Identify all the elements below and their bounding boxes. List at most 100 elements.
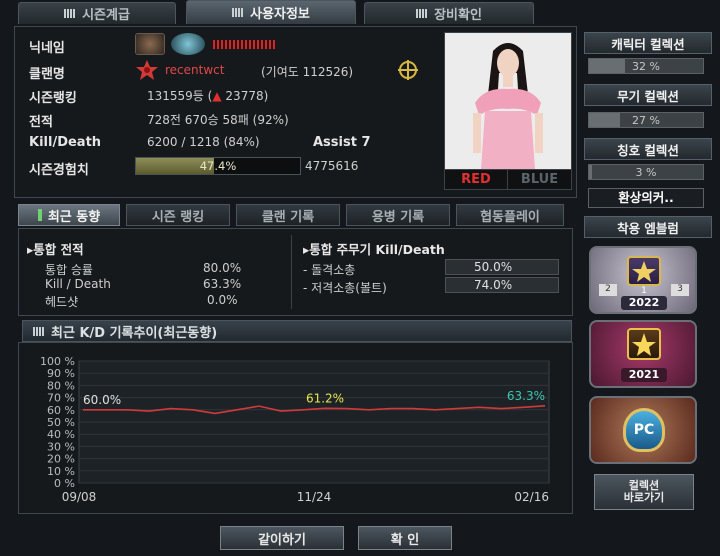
bar-fill (589, 59, 626, 73)
bar-value: 27 % (632, 113, 660, 127)
record-value: 728전 670승 58패 (92%) (147, 113, 289, 127)
y-tick-label: 70 % (47, 392, 75, 405)
bars-icon (416, 9, 429, 18)
podium-left: 2 (599, 284, 617, 296)
divider (291, 235, 292, 309)
y-tick-label: 90 % (47, 367, 75, 380)
y-tick-label: 40 % (47, 428, 75, 441)
crosshair-icon[interactable] (397, 59, 419, 81)
podium-right: 3 (671, 284, 689, 296)
tab-label: 최근 동향 (47, 209, 101, 225)
x-tick-label: 09/08 (62, 490, 97, 504)
tab-clan-record[interactable]: 클랜 기록 (236, 204, 340, 226)
exp-value: 4775616 (305, 159, 359, 173)
weapon-collection-bar: 27 % (588, 112, 704, 128)
tab-label: 사용자정보 (250, 7, 310, 22)
y-tick-label: 60 % (47, 404, 75, 417)
y-tick-label: 50 % (47, 416, 75, 429)
headshot-value: 0.0% (207, 293, 238, 307)
team-red-button[interactable]: RED (445, 169, 508, 189)
kd-stat-label: Kill / Death (45, 277, 111, 291)
tab-user-info[interactable]: 사용자정보 (186, 0, 356, 24)
bars-icon (232, 8, 245, 17)
assault-rifle-label: - 돌격소총 (303, 263, 356, 277)
kd-label: Kill/Death (29, 135, 102, 150)
emblem-year: 2021 (621, 368, 667, 382)
emblem-2021[interactable]: 2021 (589, 320, 697, 388)
win-rate-value: 80.0% (203, 261, 242, 275)
tab-equipment[interactable]: 장비확인 (364, 2, 534, 24)
tab-recent-trend[interactable]: 최근 동향 (18, 204, 120, 226)
data-label: 63.3% (507, 389, 545, 403)
sniper-rifle-value: 74.0% (445, 277, 559, 293)
nickname-label: 닉네임 (29, 41, 65, 56)
chart-title: 최근 K/D 기록추이(최근동향) (51, 325, 218, 341)
rank-badge-icon (135, 33, 165, 55)
collection-shortcut-button[interactable]: 컬렉션 바로가기 (594, 474, 694, 510)
bar-fill (589, 113, 620, 127)
title-collection-bar: 3 % (588, 164, 704, 180)
bar-value: 3 % (635, 165, 657, 179)
tab-label: 장비확인 (434, 8, 482, 23)
win-rate-label: 통합 승률 (45, 263, 93, 277)
level-wing-icon (171, 33, 205, 55)
tab-mercenary-record[interactable]: 용병 기록 (346, 204, 450, 226)
weapon-collection-label[interactable]: 무기 컬렉션 (584, 84, 712, 106)
rank-number: 131559등 ( (147, 89, 213, 103)
emblem-2022[interactable]: 2 1 3 2022 (589, 246, 697, 314)
equipped-title[interactable]: 환상의커.. (588, 188, 704, 208)
season-rank-label: 시즌랭킹 (29, 91, 77, 106)
header-text: 통합 주무기 Kill/Death (309, 242, 445, 257)
rank-close-paren: ) (263, 89, 269, 103)
assist-label: Assist 7 (313, 135, 371, 150)
kd-line-chart: 100 %90 %80 %70 %60 %50 %40 %30 %20 %10 … (40, 355, 550, 504)
tab-coop-play[interactable]: 협동플레이 (456, 204, 564, 226)
nickname-redacted (213, 40, 275, 49)
exp-label: 시즌경험치 (29, 163, 89, 178)
emblem-star-icon (627, 328, 661, 360)
data-label: 60.0% (83, 393, 121, 407)
header-text: 통합 전적 (33, 242, 84, 257)
kd-stat-value: 63.3% (203, 277, 242, 291)
y-tick-label: 100 % (40, 355, 75, 368)
bars-icon (64, 9, 77, 18)
pc-badge-icon: PC (623, 408, 665, 452)
bar-fill (589, 165, 593, 179)
assault-rifle-value: 50.0% (445, 259, 559, 275)
clan-label: 클랜명 (29, 67, 65, 82)
title-collection-label[interactable]: 칭호 컬렉션 (584, 138, 712, 160)
x-tick-label: 02/16 (514, 490, 549, 504)
tab-label: 협동플레이 (480, 209, 540, 225)
exp-percent: 47.4% (199, 159, 237, 173)
podium-mid: 1 (641, 286, 647, 296)
clan-name[interactable]: recentwct (165, 63, 224, 77)
character-collection-bar: 32 % (588, 58, 704, 74)
play-together-button[interactable]: 같이하기 (220, 526, 344, 550)
tab-label: 용병 기록 (371, 209, 425, 225)
emblem-star-icon (627, 256, 661, 286)
character-image (445, 33, 571, 169)
y-tick-label: 30 % (47, 440, 75, 453)
weapon-kd-header: ▸통합 주무기 Kill/Death (303, 242, 445, 257)
headshot-label: 헤드샷 (45, 295, 79, 309)
team-blue-button[interactable]: BLUE (508, 169, 571, 189)
stats-panel: ▸통합 전적 통합 승률 80.0% Kill / Death 63.3% 헤드… (18, 228, 573, 316)
x-tick-label: 11/24 (297, 490, 332, 504)
character-portrait: RED BLUE (444, 32, 572, 190)
tab-label: 클랜 기록 (261, 209, 315, 225)
emblem-pc[interactable]: PC (589, 396, 697, 464)
rank-up-icon: ▲ (212, 89, 222, 103)
bars-icon (33, 326, 45, 336)
confirm-button[interactable]: 확 인 (358, 526, 452, 550)
active-tab-indicator (37, 209, 42, 221)
y-tick-label: 20 % (47, 453, 75, 466)
exp-bar: 47.4% (135, 157, 301, 175)
clan-emblem-icon (135, 59, 159, 81)
character-collection-label[interactable]: 캐릭터 컬렉션 (584, 32, 712, 54)
chart-title-bar: 최근 K/D 기록추이(최근동향) (22, 320, 572, 342)
chart-panel: 100 % 90 % 80 % 70 % 60 % 50 % 40 % 30 % 20 % 10 … (18, 342, 573, 514)
emblem-label: 착용 엠블럼 (584, 216, 712, 238)
tab-season-rank[interactable]: 시즌계급 (18, 2, 176, 24)
tab-season-ranking[interactable]: 시즌 랭킹 (126, 204, 230, 226)
emblem-year: 2022 (621, 296, 667, 310)
